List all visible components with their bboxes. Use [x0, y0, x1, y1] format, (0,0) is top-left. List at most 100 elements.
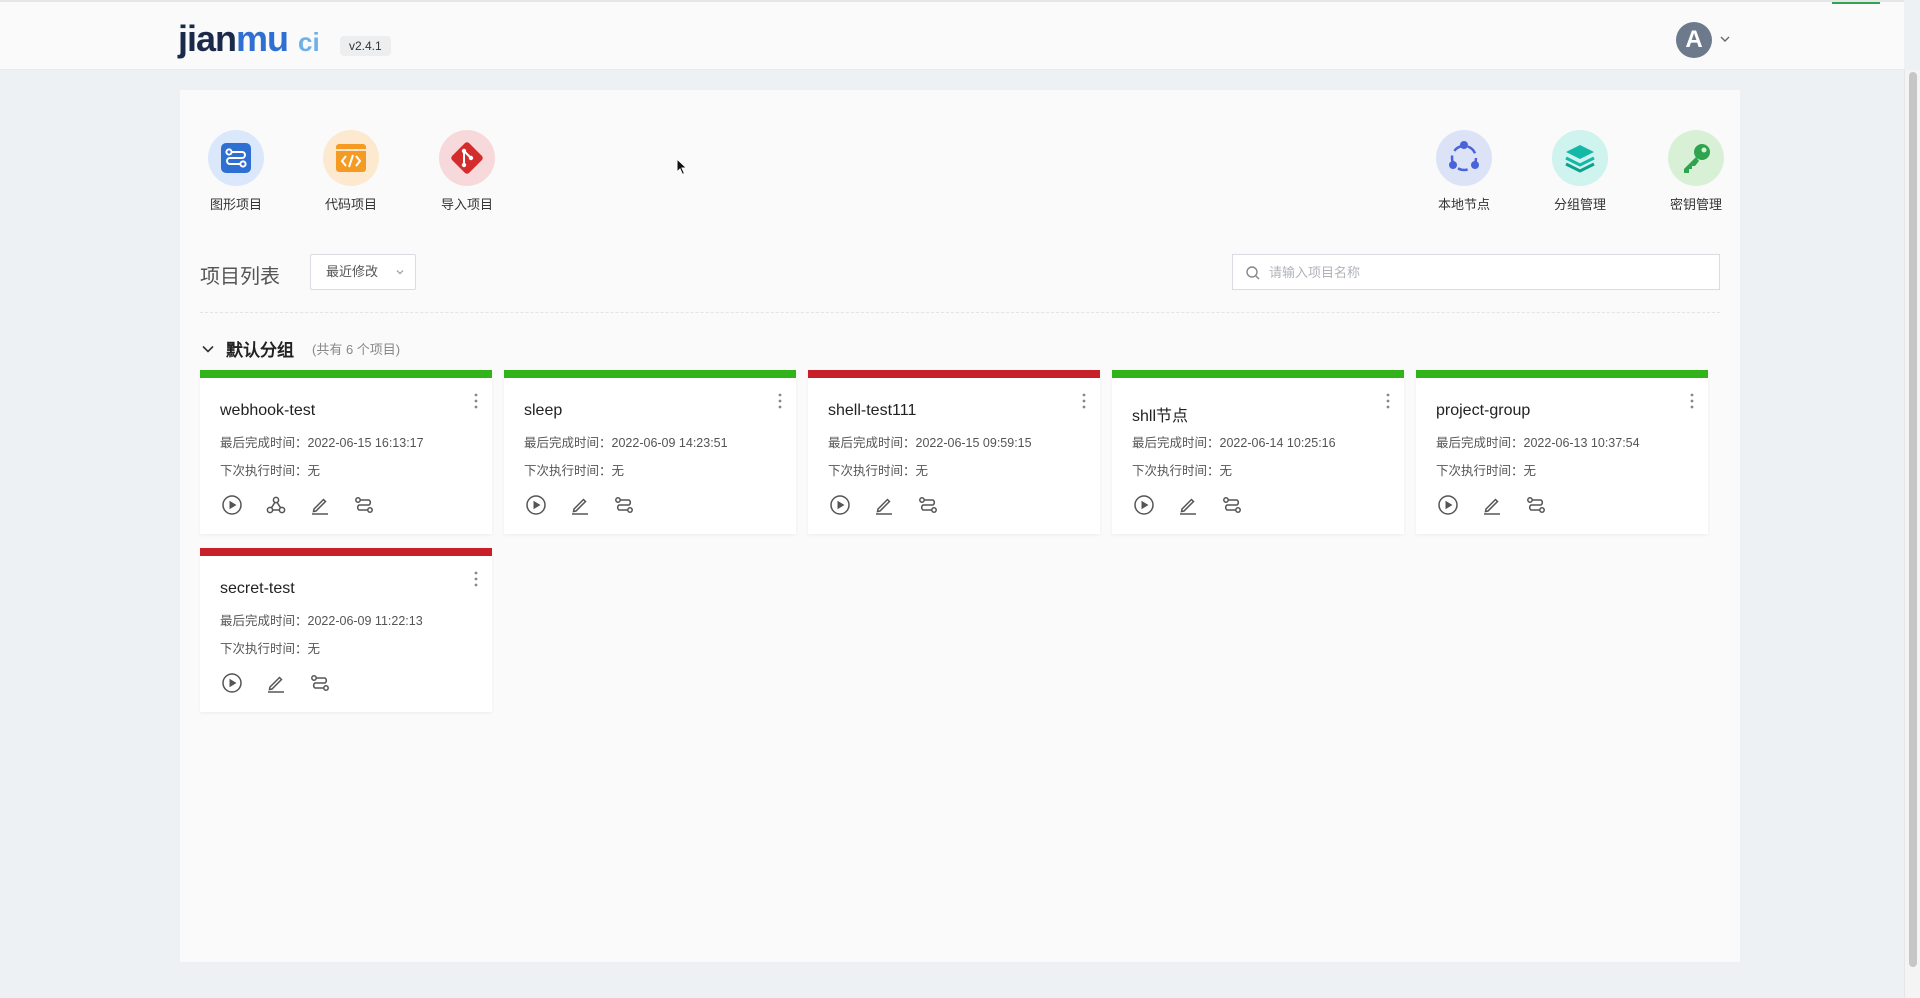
- next-exec-label: 下次执行时间：: [220, 464, 308, 478]
- quick-action-local-nodes[interactable]: 本地节点: [1428, 130, 1500, 213]
- top-accent-bar: [1832, 2, 1880, 4]
- status-bar: [504, 370, 796, 378]
- quick-action-graph-project[interactable]: 图形项目: [200, 130, 272, 213]
- search-input[interactable]: [1269, 255, 1709, 289]
- next-exec-value: 无: [915, 464, 929, 478]
- more-options-icon[interactable]: [776, 392, 784, 410]
- quick-action-secret-management[interactable]: 密钥管理: [1660, 130, 1732, 213]
- project-name[interactable]: project-group: [1436, 402, 1530, 420]
- more-options-icon[interactable]: [472, 570, 480, 588]
- last-finish-label: 最后完成时间：: [1436, 436, 1524, 450]
- card-actions: [220, 671, 332, 695]
- edit-icon[interactable]: [264, 671, 288, 695]
- project-name[interactable]: sleep: [524, 402, 562, 420]
- logo-text-mu: mu: [236, 18, 289, 59]
- next-exec-label: 下次执行时间：: [524, 464, 612, 478]
- sort-dropdown[interactable]: 最近修改: [310, 254, 416, 290]
- mouse-cursor-icon: [676, 158, 688, 176]
- last-finish-label: 最后完成时间：: [828, 436, 916, 450]
- group-project-count: (共有 6 个项目): [312, 342, 401, 357]
- next-exec-value: 无: [611, 464, 625, 478]
- workflow-icon[interactable]: [308, 671, 332, 695]
- main-panel: 图形项目 代码项目 导入项目 本地节点 分组管理 密钥管理 项目列表 最近修改 …: [180, 90, 1740, 962]
- next-exec-label: 下次执行时间：: [828, 464, 916, 478]
- more-options-icon[interactable]: [1080, 392, 1088, 410]
- card-actions: [1132, 493, 1244, 517]
- webhook-icon[interactable]: [264, 493, 288, 517]
- play-icon[interactable]: [220, 671, 244, 695]
- project-card[interactable]: shell-test111 最后完成时间：2022-06-15 09:59:15 下…: [808, 370, 1100, 534]
- quick-action-label: 代码项目: [324, 197, 377, 212]
- scrollbar-thumb[interactable]: [1909, 72, 1917, 967]
- project-card[interactable]: webhook-test 最后完成时间：2022-06-15 16:13:17 下次…: [200, 370, 492, 534]
- top-header: jian mu ci v2.4.1 A: [0, 0, 1904, 70]
- chevron-down-icon[interactable]: [1718, 32, 1732, 46]
- more-options-icon[interactable]: [1688, 392, 1696, 410]
- workflow-icon[interactable]: [352, 493, 376, 517]
- last-finish-value: 2022-06-09 11:22:13: [307, 614, 423, 628]
- code-icon: [323, 130, 379, 186]
- next-exec-value: 无: [307, 642, 321, 656]
- edit-icon[interactable]: [308, 493, 332, 517]
- user-avatar[interactable]: A: [1676, 22, 1712, 58]
- play-icon[interactable]: [828, 493, 852, 517]
- play-icon[interactable]: [1436, 493, 1460, 517]
- project-card[interactable]: secret-test 最后完成时间：2022-06-09 11:22:13 下次执…: [200, 548, 492, 712]
- quick-action-label: 图形项目: [209, 197, 262, 212]
- project-name[interactable]: shell-test111: [828, 402, 916, 420]
- next-exec-label: 下次执行时间：: [220, 642, 308, 656]
- card-actions: [524, 493, 636, 517]
- edit-icon[interactable]: [568, 493, 592, 517]
- project-search-box[interactable]: [1232, 254, 1720, 290]
- next-exec-label: 下次执行时间：: [1436, 464, 1524, 478]
- card-actions: [1436, 493, 1548, 517]
- search-icon: [1246, 266, 1260, 280]
- project-name[interactable]: shll节点: [1132, 402, 1188, 426]
- last-finish-label: 最后完成时间：: [220, 436, 308, 450]
- more-options-icon[interactable]: [472, 392, 480, 410]
- last-finish-value: 2022-06-13 10:37:54: [1523, 436, 1640, 450]
- quick-action-import-project[interactable]: 导入项目: [431, 130, 503, 213]
- play-icon[interactable]: [524, 493, 548, 517]
- chevron-down-icon[interactable]: [200, 341, 216, 357]
- edit-icon[interactable]: [1176, 493, 1200, 517]
- workflow-icon[interactable]: [612, 493, 636, 517]
- quick-action-code-project[interactable]: 代码项目: [315, 130, 387, 213]
- last-finish-value: 2022-06-15 16:13:17: [307, 436, 424, 450]
- project-list-title: 项目列表: [200, 266, 280, 288]
- play-icon[interactable]: [220, 493, 244, 517]
- edit-icon[interactable]: [872, 493, 896, 517]
- project-card[interactable]: sleep 最后完成时间：2022-06-09 14:23:51 下次执行时间：无: [504, 370, 796, 534]
- workflow-icon[interactable]: [916, 493, 940, 517]
- next-exec-time: 下次执行时间：无: [524, 460, 624, 479]
- quick-action-label: 分组管理: [1553, 197, 1606, 212]
- project-name[interactable]: secret-test: [220, 580, 295, 598]
- project-card[interactable]: shll节点 最后完成时间：2022-06-14 10:25:16 下次执行时间：无: [1112, 370, 1404, 534]
- page-scrollbar[interactable]: [1904, 70, 1920, 998]
- project-card[interactable]: project-group 最后完成时间：2022-06-13 10:37:54 下…: [1416, 370, 1708, 534]
- play-icon[interactable]: [1132, 493, 1156, 517]
- last-finish-time: 最后完成时间：2022-06-09 14:23:51: [524, 432, 728, 451]
- workflow-icon[interactable]: [1220, 493, 1244, 517]
- next-exec-value: 无: [307, 464, 321, 478]
- next-exec-label: 下次执行时间：: [1132, 464, 1220, 478]
- key-icon: [1668, 130, 1724, 186]
- status-bar: [1112, 370, 1404, 378]
- quick-action-label: 本地节点: [1437, 197, 1490, 212]
- more-options-icon[interactable]: [1384, 392, 1392, 410]
- last-finish-time: 最后完成时间：2022-06-13 10:37:54: [1436, 432, 1640, 451]
- workflow-icon[interactable]: [1524, 493, 1548, 517]
- project-name[interactable]: webhook-test: [220, 402, 315, 420]
- edit-icon[interactable]: [1480, 493, 1504, 517]
- quick-action-label: 密钥管理: [1669, 197, 1722, 212]
- last-finish-label: 最后完成时间：: [524, 436, 612, 450]
- status-bar: [200, 548, 492, 556]
- jianmu-logo[interactable]: jian mu ci: [178, 19, 320, 59]
- sort-dropdown-value: 最近修改: [326, 264, 379, 279]
- next-exec-time: 下次执行时间：无: [220, 638, 320, 657]
- quick-action-group-management[interactable]: 分组管理: [1544, 130, 1616, 213]
- layers-icon: [1552, 130, 1608, 186]
- last-finish-time: 最后完成时间：2022-06-15 09:59:15: [828, 432, 1032, 451]
- next-exec-time: 下次执行时间：无: [1132, 460, 1232, 479]
- group-header[interactable]: 默认分组 (共有 6 个项目): [200, 336, 400, 361]
